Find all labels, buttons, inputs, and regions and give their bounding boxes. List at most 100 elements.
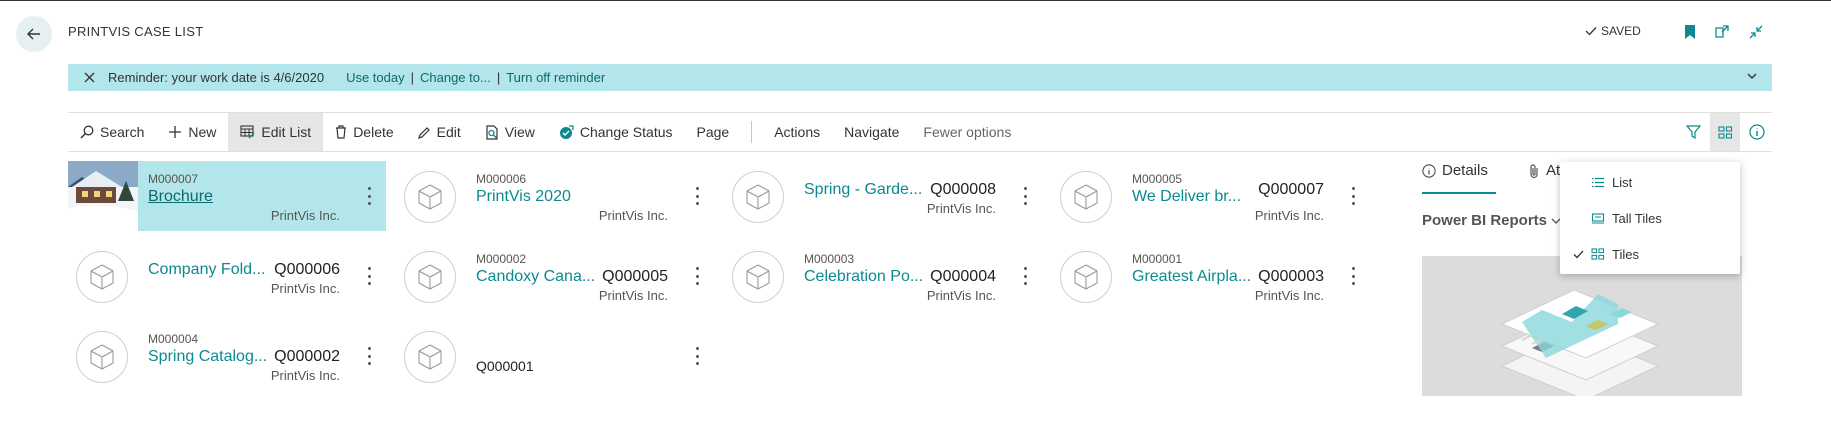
case-name-link[interactable]: Company Fold...	[148, 261, 265, 279]
dismiss-reminder-button[interactable]	[76, 72, 102, 83]
info-icon	[1749, 124, 1765, 140]
info-pane-button[interactable]	[1742, 113, 1772, 151]
tile-more-options-button[interactable]	[1350, 187, 1356, 205]
tile-printvis-2020[interactable]: M000006 PrintVis 2020 PrintVis Inc.	[396, 161, 714, 231]
quote-number: Q000004	[930, 268, 996, 285]
cube-icon	[746, 184, 770, 210]
tile-spring-garden[interactable]: Spring - Garde... Q000008 PrintVis Inc.	[724, 161, 1042, 231]
tile-more-options-button[interactable]	[366, 267, 372, 285]
checkmark-icon	[1570, 250, 1586, 259]
close-icon	[84, 72, 94, 83]
tab-details[interactable]: Details	[1422, 162, 1488, 179]
change-status-button[interactable]: Change Status	[547, 113, 685, 151]
plus-icon	[169, 126, 182, 138]
company-name: PrintVis Inc.	[270, 208, 340, 223]
tile-candoxy[interactable]: M000002 Candoxy Cana... Q000005 PrintVis…	[396, 241, 714, 311]
edit-button[interactable]: Edit	[406, 113, 473, 151]
case-name-link[interactable]: PrintVis 2020	[476, 188, 571, 206]
navigate-menu[interactable]: Navigate	[832, 113, 911, 151]
toolbar-divider	[751, 121, 753, 143]
case-code: M000001	[1132, 252, 1183, 266]
quote-number: Q000002	[274, 348, 340, 365]
view-button[interactable]: View	[473, 113, 547, 151]
company-name: PrintVis Inc.	[270, 368, 340, 383]
layout-toggle-button[interactable]	[1710, 113, 1740, 151]
page-label: Page	[696, 124, 730, 140]
case-name-link[interactable]: Greatest Airpla...	[1132, 268, 1251, 286]
new-button[interactable]: New	[156, 113, 228, 151]
filter-icon	[1685, 124, 1701, 139]
open-new-window-button[interactable]	[1712, 22, 1732, 42]
tile-spring-catalog[interactable]: M000004 Spring Catalog... Q000002 PrintV…	[68, 321, 386, 391]
info-icon	[1422, 163, 1436, 178]
edit-list-label: Edit List	[261, 124, 312, 140]
tile-q000001[interactable]: Q000001	[396, 321, 714, 391]
filter-button[interactable]	[1678, 113, 1708, 151]
case-name-link[interactable]: Candoxy Cana...	[476, 268, 595, 286]
tile-brochure[interactable]: M000007 Brochure PrintVis Inc.	[68, 161, 386, 231]
tile-more-options-button[interactable]	[694, 187, 700, 205]
page-menu[interactable]: Page	[685, 113, 742, 151]
case-placeholder-thumb	[404, 331, 456, 383]
delete-button[interactable]: Delete	[323, 113, 405, 151]
menu-item-tall-tiles[interactable]: Tall Tiles	[1560, 200, 1740, 236]
use-today-link[interactable]: Use today	[346, 70, 405, 85]
tile-more-options-button[interactable]	[1022, 187, 1028, 205]
view-icon	[486, 124, 498, 140]
menu-item-list[interactable]: List	[1560, 164, 1740, 200]
separator: |	[410, 70, 414, 85]
cube-icon	[90, 344, 114, 370]
tile-we-deliver[interactable]: M000005 We Deliver br... Q000007 PrintVi…	[1052, 161, 1370, 231]
case-code: M000002	[476, 252, 527, 266]
case-placeholder-thumb	[404, 171, 456, 223]
tile-more-options-button[interactable]	[694, 347, 700, 365]
tile-more-options-button[interactable]	[1022, 267, 1028, 285]
trash-icon	[336, 125, 347, 139]
search-button[interactable]: Search	[68, 113, 156, 151]
case-placeholder-thumb	[1060, 171, 1112, 223]
turn-off-reminder-link[interactable]: Turn off reminder	[506, 70, 605, 85]
fewer-options-label: Fewer options	[923, 124, 1012, 140]
case-name-link[interactable]: We Deliver br...	[1132, 188, 1241, 206]
case-placeholder-thumb	[76, 251, 128, 303]
case-code: M000006	[476, 172, 527, 186]
bookmark-button[interactable]	[1680, 22, 1700, 42]
search-label: Search	[100, 124, 145, 140]
case-name-link[interactable]: Brochure	[148, 188, 213, 206]
company-name: PrintVis Inc.	[270, 281, 340, 296]
tile-greatest-airplane[interactable]: M000001 Greatest Airpla... Q000003 Print…	[1052, 241, 1370, 311]
company-name: PrintVis Inc.	[926, 288, 996, 303]
list-icon	[1590, 177, 1606, 188]
quote-number: Q000005	[602, 268, 668, 285]
tile-celebration[interactable]: M000003 Celebration Po... Q000004 PrintV…	[724, 241, 1042, 311]
tile-company-folder[interactable]: Company Fold... Q000006 PrintVis Inc.	[68, 241, 386, 311]
tiles-icon	[1717, 125, 1732, 139]
change-to-link[interactable]: Change to...	[420, 70, 491, 85]
case-name-link[interactable]: Celebration Po...	[804, 268, 923, 286]
tile-more-options-button[interactable]	[366, 347, 372, 365]
delete-label: Delete	[353, 124, 394, 140]
edit-list-button[interactable]: Edit List	[228, 113, 324, 151]
page-title: PRINTVIS CASE LIST	[68, 24, 204, 39]
tile-more-options-button[interactable]	[694, 267, 700, 285]
tab-attachments[interactable]: At	[1528, 162, 1560, 179]
powerbi-reports-header[interactable]: Power BI Reports	[1422, 212, 1561, 229]
saved-label: SAVED	[1601, 24, 1641, 38]
case-code: M000004	[148, 332, 199, 346]
company-name: PrintVis Inc.	[1254, 208, 1324, 223]
actions-menu[interactable]: Actions	[762, 113, 832, 151]
bookmark-icon	[1685, 25, 1695, 39]
collapse-button[interactable]	[1746, 22, 1766, 42]
company-name: PrintVis Inc.	[926, 201, 996, 216]
case-placeholder-thumb	[732, 251, 784, 303]
cube-icon	[418, 264, 442, 290]
expand-reminder-button[interactable]	[1746, 70, 1758, 85]
case-name-link[interactable]: Spring - Garde...	[804, 181, 922, 199]
case-name-link[interactable]: Spring Catalog...	[148, 348, 267, 366]
separator: |	[496, 70, 501, 85]
tile-more-options-button[interactable]	[1350, 267, 1356, 285]
fewer-options-button[interactable]: Fewer options	[911, 113, 1023, 151]
back-button[interactable]	[16, 16, 52, 52]
menu-item-tiles[interactable]: Tiles	[1560, 236, 1740, 272]
tile-more-options-button[interactable]	[366, 187, 372, 205]
